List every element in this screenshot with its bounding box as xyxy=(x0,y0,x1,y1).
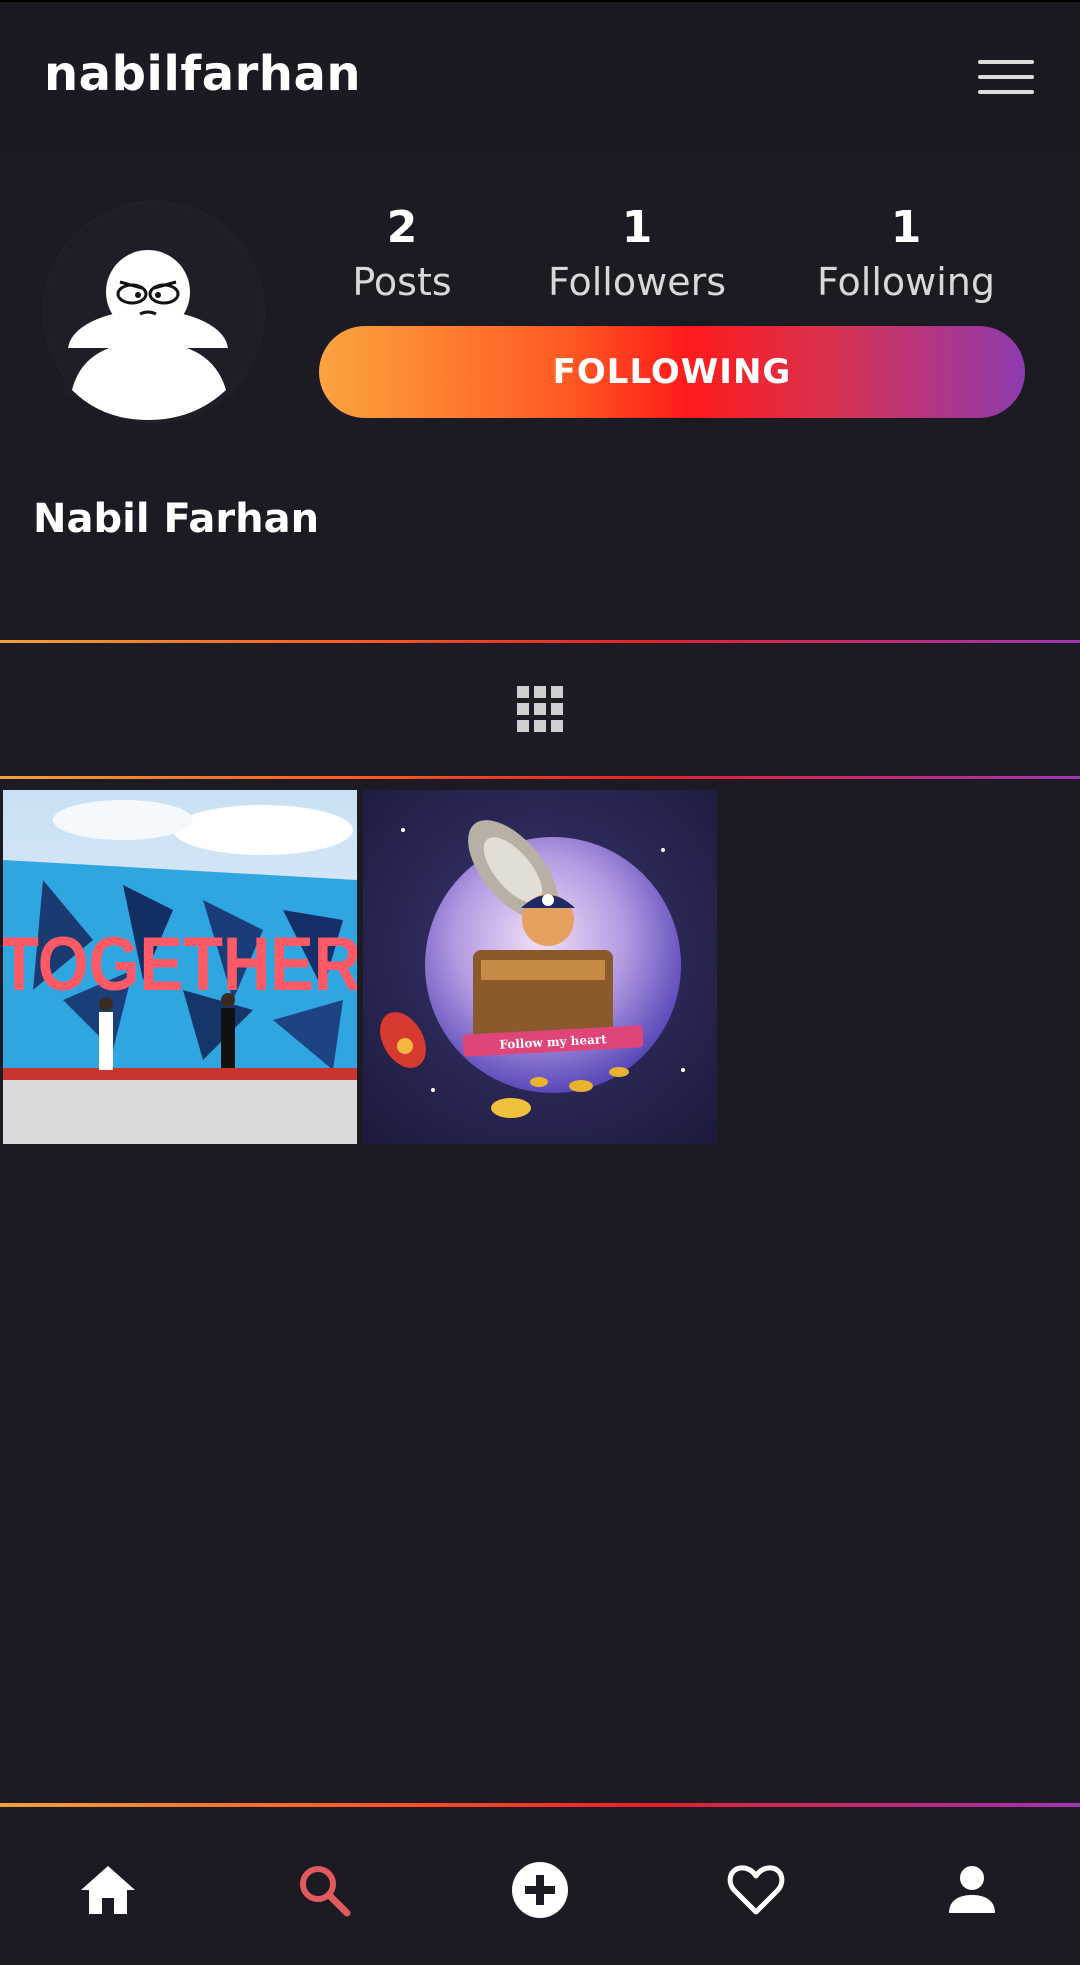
nav-add-post[interactable] xyxy=(510,1860,570,1920)
followers-label: Followers xyxy=(548,260,726,304)
post-thumbnail-2[interactable]: Follow my heart xyxy=(363,790,717,1144)
default-avatar-icon xyxy=(64,250,234,420)
nav-activity[interactable] xyxy=(726,1860,786,1920)
divider-grid xyxy=(0,776,1080,779)
profile-username: nabilfarhan xyxy=(44,46,362,102)
add-circle-icon xyxy=(512,1862,568,1918)
together-mural-text: TOGETHER xyxy=(3,922,357,1007)
search-icon xyxy=(300,1866,351,1917)
heart-icon xyxy=(727,1865,785,1915)
stat-followers[interactable]: 1 Followers xyxy=(542,200,732,308)
divider-bottom-nav xyxy=(0,1803,1080,1807)
posts-count: 2 xyxy=(386,202,418,253)
stat-following[interactable]: 1 Following xyxy=(808,200,1004,308)
bottom-navigation xyxy=(0,1808,1080,1965)
nav-profile[interactable] xyxy=(942,1860,1002,1920)
divider-top xyxy=(0,640,1080,643)
top-app-bar: nabilfarhan xyxy=(0,0,1080,152)
nav-search[interactable] xyxy=(294,1860,354,1920)
post-thumbnail-1[interactable]: TOGETHER xyxy=(3,790,357,1144)
following-label: Following xyxy=(817,260,995,304)
following-button[interactable]: FOLLOWING xyxy=(319,326,1025,418)
posts-label: Posts xyxy=(352,260,452,304)
nav-home[interactable] xyxy=(78,1860,138,1920)
followers-count: 1 xyxy=(621,202,653,253)
grid-icon[interactable] xyxy=(517,686,563,732)
profile-display-name: Nabil Farhan xyxy=(33,496,320,542)
profile-avatar[interactable] xyxy=(44,202,264,422)
menu-icon[interactable] xyxy=(978,60,1034,96)
home-icon xyxy=(81,1866,135,1914)
following-count: 1 xyxy=(890,202,922,253)
stat-posts[interactable]: 2 Posts xyxy=(340,200,464,308)
person-icon xyxy=(949,1866,995,1913)
